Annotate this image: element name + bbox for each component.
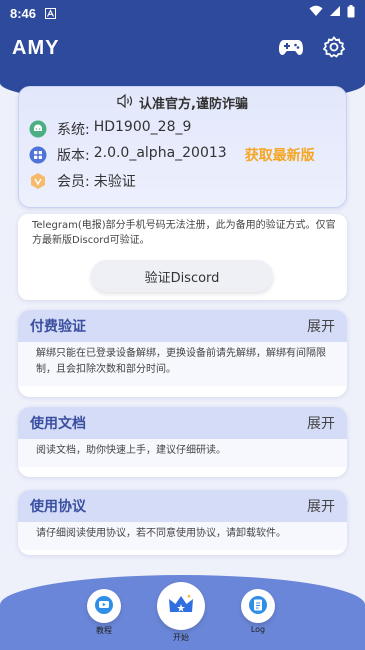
discord-description: Telegram(电报)部分手机号码无法注册，此为备用的验证方式。仅官方最新版D… bbox=[32, 220, 336, 246]
nav-log[interactable]: Log bbox=[241, 589, 275, 634]
section-terms: 使用协议 展开 请仔细阅读使用协议，若不同意使用协议，请卸载软件。 bbox=[18, 490, 347, 555]
vip-badge-icon bbox=[29, 172, 47, 190]
android-icon bbox=[29, 120, 47, 138]
version-row: 版本: 2.0.0_alpha_20013 获取最新版 bbox=[29, 145, 315, 165]
member-value: 未验证 bbox=[93, 174, 136, 190]
nav-log-label: Log bbox=[250, 625, 266, 634]
section-title: 付费验证 bbox=[30, 319, 86, 335]
notification-a-icon bbox=[44, 7, 56, 19]
gamepad-button[interactable] bbox=[277, 36, 305, 62]
notice-text: 认准官方,谨防诈骗 bbox=[139, 97, 248, 112]
section-header[interactable]: 使用文档 展开 bbox=[18, 407, 347, 439]
nav-tutorial-label: 教程 bbox=[96, 626, 112, 635]
get-latest-version-link[interactable]: 获取最新版 bbox=[245, 145, 315, 165]
nav-tutorial[interactable]: 教程 bbox=[87, 589, 121, 636]
wifi-icon bbox=[309, 5, 323, 21]
system-value: HD1900_28_9 bbox=[93, 119, 192, 135]
anti-fraud-notice: 认准官方,谨防诈骗 bbox=[19, 93, 346, 112]
section-paid-verification: 付费验证 展开 解绑只能在已登录设备解绑，更换设备前请先解绑，解绑有间隔限制，且… bbox=[18, 310, 347, 397]
section-body: 阅读文档，助你快速上手，建议仔细研读。 bbox=[18, 439, 347, 467]
document-icon bbox=[248, 595, 268, 617]
system-row: 系统: HD1900_28_9 bbox=[29, 119, 191, 139]
speaker-icon bbox=[117, 93, 135, 112]
expand-button[interactable]: 展开 bbox=[307, 316, 335, 336]
status-bar: 8:46 bbox=[0, 0, 365, 26]
member-row: 会员: 未验证 bbox=[29, 171, 136, 191]
expand-button[interactable]: 展开 bbox=[307, 413, 335, 433]
info-card: 认准官方,谨防诈骗 系统: HD1900_28_9 版本: 2.0.0_alph… bbox=[18, 86, 347, 208]
signal-icon bbox=[329, 5, 341, 21]
section-documentation: 使用文档 展开 阅读文档，助你快速上手，建议仔细研读。 bbox=[18, 407, 347, 477]
tutorial-icon-circle bbox=[87, 589, 121, 623]
log-icon-circle bbox=[241, 589, 275, 623]
settings-button[interactable] bbox=[320, 36, 348, 62]
nav-start-label: 开始 bbox=[173, 633, 189, 642]
version-label: 版本: bbox=[57, 148, 90, 164]
nav-start[interactable]: 开始 bbox=[157, 582, 205, 643]
status-time: 8:46 bbox=[10, 5, 37, 21]
app-title: AMY bbox=[12, 37, 60, 59]
expand-button[interactable]: 展开 bbox=[307, 496, 335, 516]
section-body: 请仔细阅读使用协议，若不同意使用协议，请卸载软件。 bbox=[18, 522, 347, 550]
member-label: 会员: bbox=[57, 174, 90, 190]
version-value: 2.0.0_alpha_20013 bbox=[93, 145, 227, 161]
section-header[interactable]: 使用协议 展开 bbox=[18, 490, 347, 522]
section-title: 使用协议 bbox=[30, 499, 86, 515]
crown-icon bbox=[167, 593, 195, 619]
section-header[interactable]: 付费验证 展开 bbox=[18, 310, 347, 342]
gamepad-icon bbox=[278, 37, 304, 61]
gear-icon bbox=[322, 36, 346, 62]
video-play-icon bbox=[94, 595, 114, 617]
section-body: 解绑只能在已登录设备解绑，更换设备前请先解绑，解绑有间隔限制，且会扣除次数和部分… bbox=[18, 342, 347, 386]
apps-icon bbox=[29, 146, 47, 164]
discord-card: Telegram(电报)部分手机号码无法注册，此为备用的验证方式。仅官方最新版D… bbox=[18, 214, 347, 300]
section-title: 使用文档 bbox=[30, 416, 86, 432]
verify-discord-button[interactable]: 验证Discord bbox=[91, 260, 273, 292]
system-label: 系统: bbox=[57, 122, 90, 138]
battery-icon bbox=[347, 4, 355, 22]
start-icon-circle bbox=[157, 582, 205, 630]
